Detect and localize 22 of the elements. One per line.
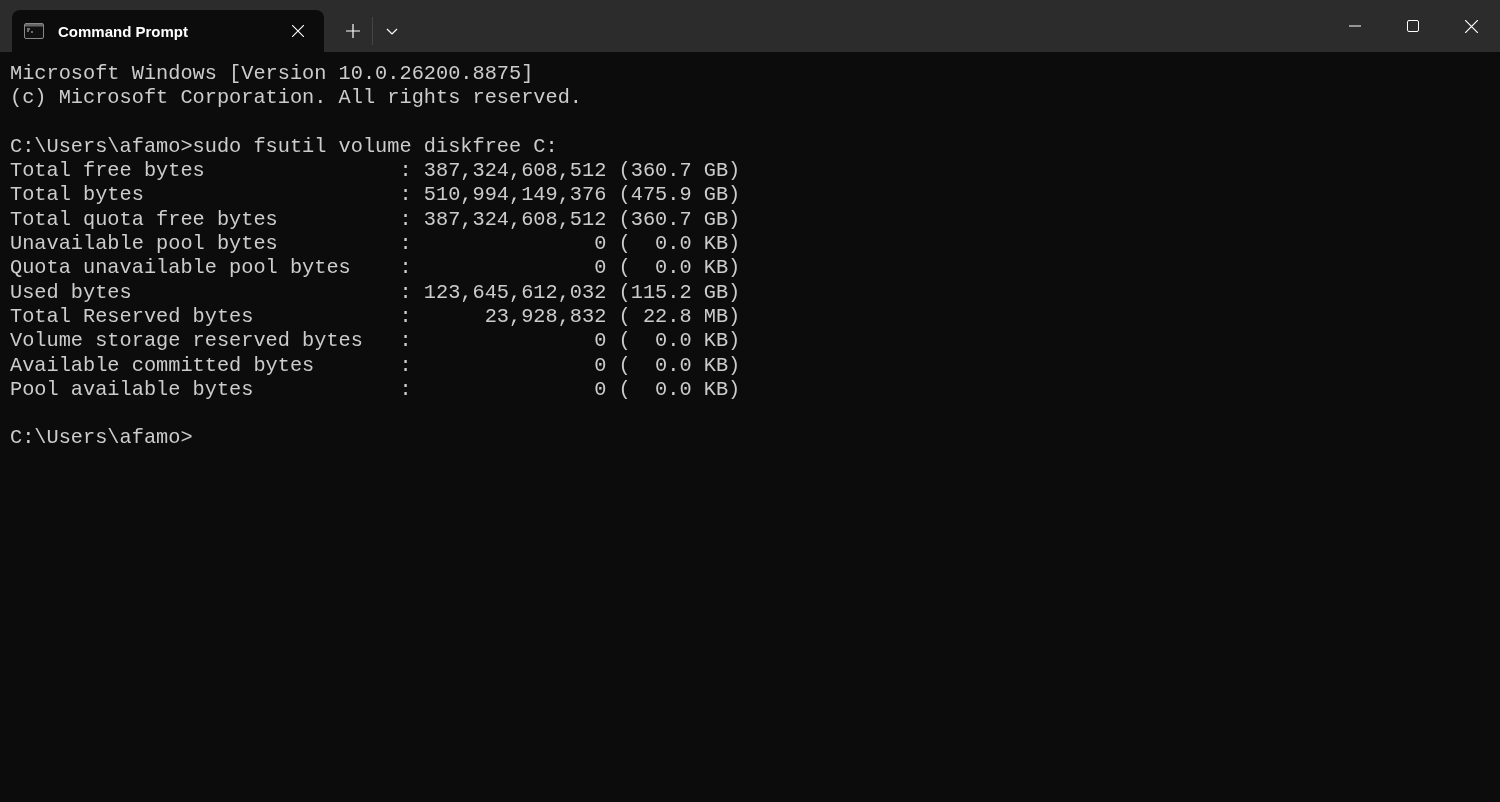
terminal-line: C:\Users\afamo>sudo fsutil volume diskfree C:	[10, 134, 559, 160]
terminal-line: Quota unavailable pool bytes : 0 ( 0.0 KB)	[10, 256, 741, 281]
plus-icon	[346, 24, 360, 38]
terminal-line: Total bytes : 510,994,149,376 (475.9 GB)	[10, 183, 741, 208]
terminal-line: (c) Microsoft Corporation. All rights reserved.	[10, 86, 584, 111]
terminal-icon	[24, 23, 44, 39]
caret-icon	[386, 27, 398, 35]
terminal-line: Total quota free bytes : 387,324,608,512 (360.7 GB)	[10, 207, 741, 233]
terminal-line: C:\Users\afamo>	[10, 426, 194, 451]
terminal-line: Used bytes : 123,645,612,032 (115.2 GB)	[10, 280, 741, 305]
maximize-icon	[1407, 20, 1419, 32]
close-icon	[1464, 19, 1478, 33]
terminal-line: Available committed bytes : 0 ( 0.0 KB)	[10, 353, 741, 378]
terminal-line: Total Reserved bytes : 23,928,832 ( 22.8 MB)	[10, 304, 741, 330]
terminal-line: Microsoft Windows [Version 10.0.26200.8875]	[10, 62, 535, 87]
tab-title: Command Prompt	[58, 22, 189, 40]
terminal-line: Total free bytes : 387,324,608,512 (360.7 GB)	[10, 159, 741, 184]
minimize-icon	[1349, 25, 1361, 27]
tab[interactable]: Command Prompt	[12, 10, 324, 52]
terminal-line: Unavailable pool bytes : 0 ( 0.0 KB)	[10, 232, 741, 257]
terminal-line: Pool available bytes : 0 ( 0.0 KB)	[10, 377, 741, 403]
terminal-line: Volume storage reserved bytes : 0 ( 0.0 KB)	[10, 329, 741, 354]
